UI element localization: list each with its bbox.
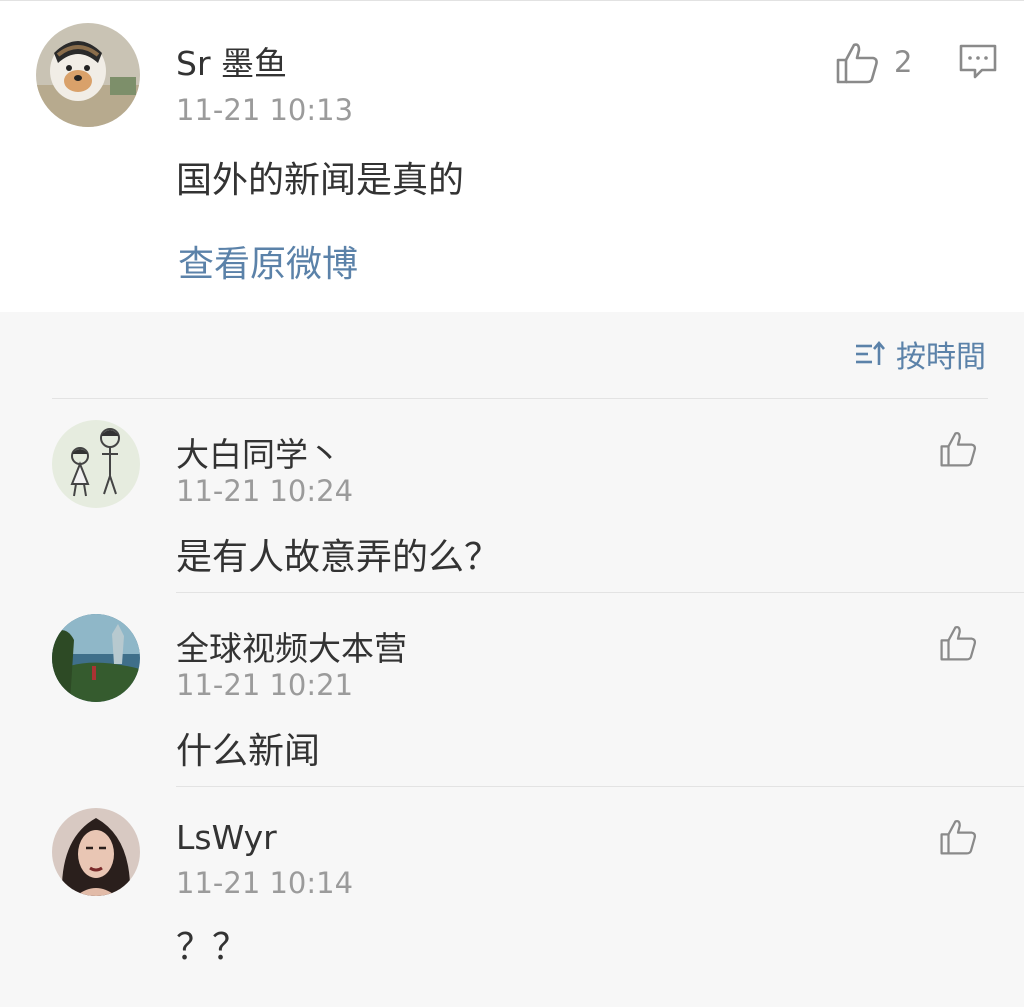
username[interactable]: Sr 墨鱼: [176, 37, 287, 85]
landscape-avatar-image: [52, 614, 140, 702]
portrait-avatar-image: [52, 808, 140, 896]
reply-time: 11-21 10:14: [176, 866, 354, 900]
reply-username[interactable]: 全球视频大本营: [176, 622, 407, 670]
like-button[interactable]: [834, 41, 880, 85]
cartoon-couple-avatar-image: [52, 420, 140, 508]
divider: [176, 592, 1024, 593]
reply-username[interactable]: 大白同学丶: [176, 428, 341, 476]
like-count: 2: [894, 45, 913, 79]
reply-like-button[interactable]: [938, 430, 978, 468]
thumbs-up-icon: [836, 43, 878, 84]
sort-by-time-button[interactable]: 按時間: [854, 334, 986, 375]
thumbs-up-icon: [940, 819, 977, 855]
reply-time: 11-21 10:21: [176, 668, 354, 702]
reply-like-button[interactable]: [938, 624, 978, 662]
sort-icon: [856, 340, 885, 365]
user-avatar[interactable]: [36, 23, 140, 127]
reply-text: 什么新闻: [176, 731, 321, 772]
reply-avatar[interactable]: [52, 420, 140, 508]
reply-text: ？？: [176, 927, 249, 968]
divider: [176, 786, 1024, 787]
thumbs-up-icon: [940, 625, 977, 661]
dog-avatar-image: [36, 23, 140, 127]
view-original-link[interactable]: 查看原微博: [178, 235, 358, 287]
reply-avatar[interactable]: [52, 614, 140, 702]
reply-button[interactable]: [958, 43, 998, 81]
reply-username[interactable]: LsWyr: [176, 818, 277, 857]
sort-label: 按時間: [896, 340, 986, 375]
main-comment: Sr 墨鱼 11-21 10:13 国外的新闻是真的 查看原微博 2: [0, 0, 1024, 312]
comment-text: 国外的新闻是真的: [176, 160, 465, 201]
reply-avatar[interactable]: [52, 808, 140, 896]
reply-like-button[interactable]: [938, 818, 978, 856]
reply-time: 11-21 10:24: [176, 474, 354, 508]
comment-time: 11-21 10:13: [176, 93, 354, 127]
divider: [52, 398, 988, 399]
reply-text: 是有人故意弄的么？: [176, 537, 501, 578]
thumbs-up-icon: [940, 431, 977, 467]
comment-icon: [959, 44, 997, 79]
